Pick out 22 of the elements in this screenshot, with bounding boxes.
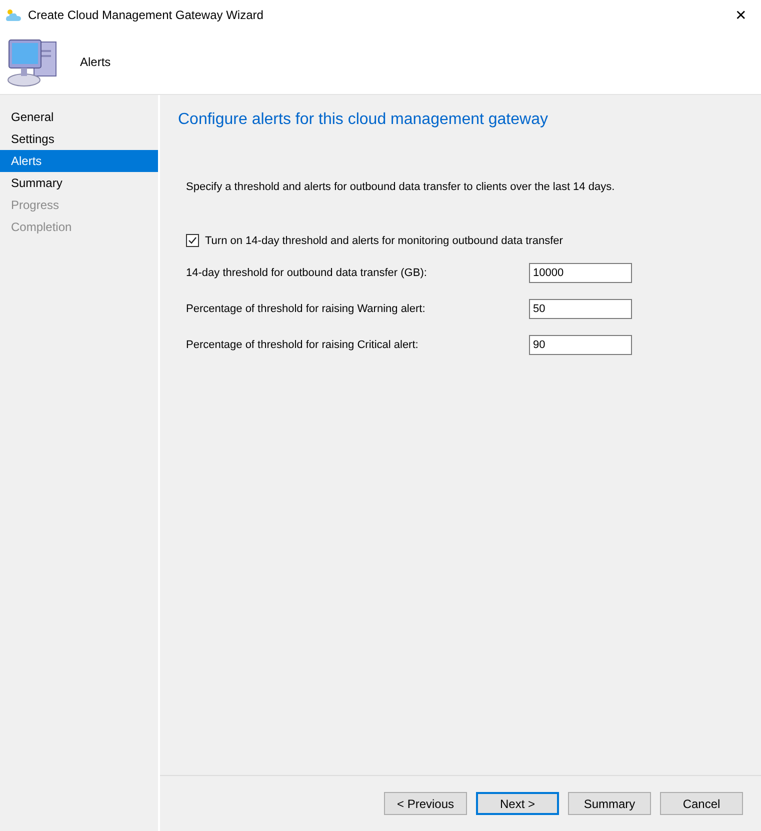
field-label: Percentage of threshold for raising Critical alert:	[186, 339, 418, 351]
sidebar-item[interactable]: Summary	[0, 172, 158, 194]
input-field[interactable]: 90	[529, 335, 632, 355]
close-button[interactable]: ✕	[727, 7, 755, 23]
window-title: Create Cloud Management Gateway Wizard	[28, 8, 264, 22]
page-heading: Configure alerts for this cloud management gateway	[178, 111, 549, 129]
wizard-button[interactable]: Cancel	[660, 792, 743, 815]
cloud-icon	[6, 8, 22, 22]
sidebar-item[interactable]: Settings	[0, 128, 158, 150]
page-title: Alerts	[80, 55, 111, 69]
wizard-button[interactable]: Summary	[568, 792, 651, 815]
checkbox[interactable]	[186, 234, 199, 247]
input-field[interactable]: 10000	[529, 263, 632, 283]
checkbox-label: Turn on 14-day threshold and alerts for monitoring outbound data transfer	[205, 234, 563, 246]
description: Specify a threshold and alerts for outbound data transfer to clients over the last 14 days.	[186, 181, 616, 193]
field-label: Percentage of threshold for raising Warning alert:	[186, 303, 426, 315]
sidebar-item[interactable]: General	[0, 106, 158, 128]
wizard-button[interactable]: < Previous	[384, 792, 467, 815]
wizard-button[interactable]: Next >	[476, 792, 559, 815]
input-field[interactable]: 50	[529, 299, 632, 319]
sidebar-item[interactable]: Alerts	[0, 150, 158, 172]
field-label: 14-day threshold for outbound data transfer (GB):	[186, 267, 427, 279]
